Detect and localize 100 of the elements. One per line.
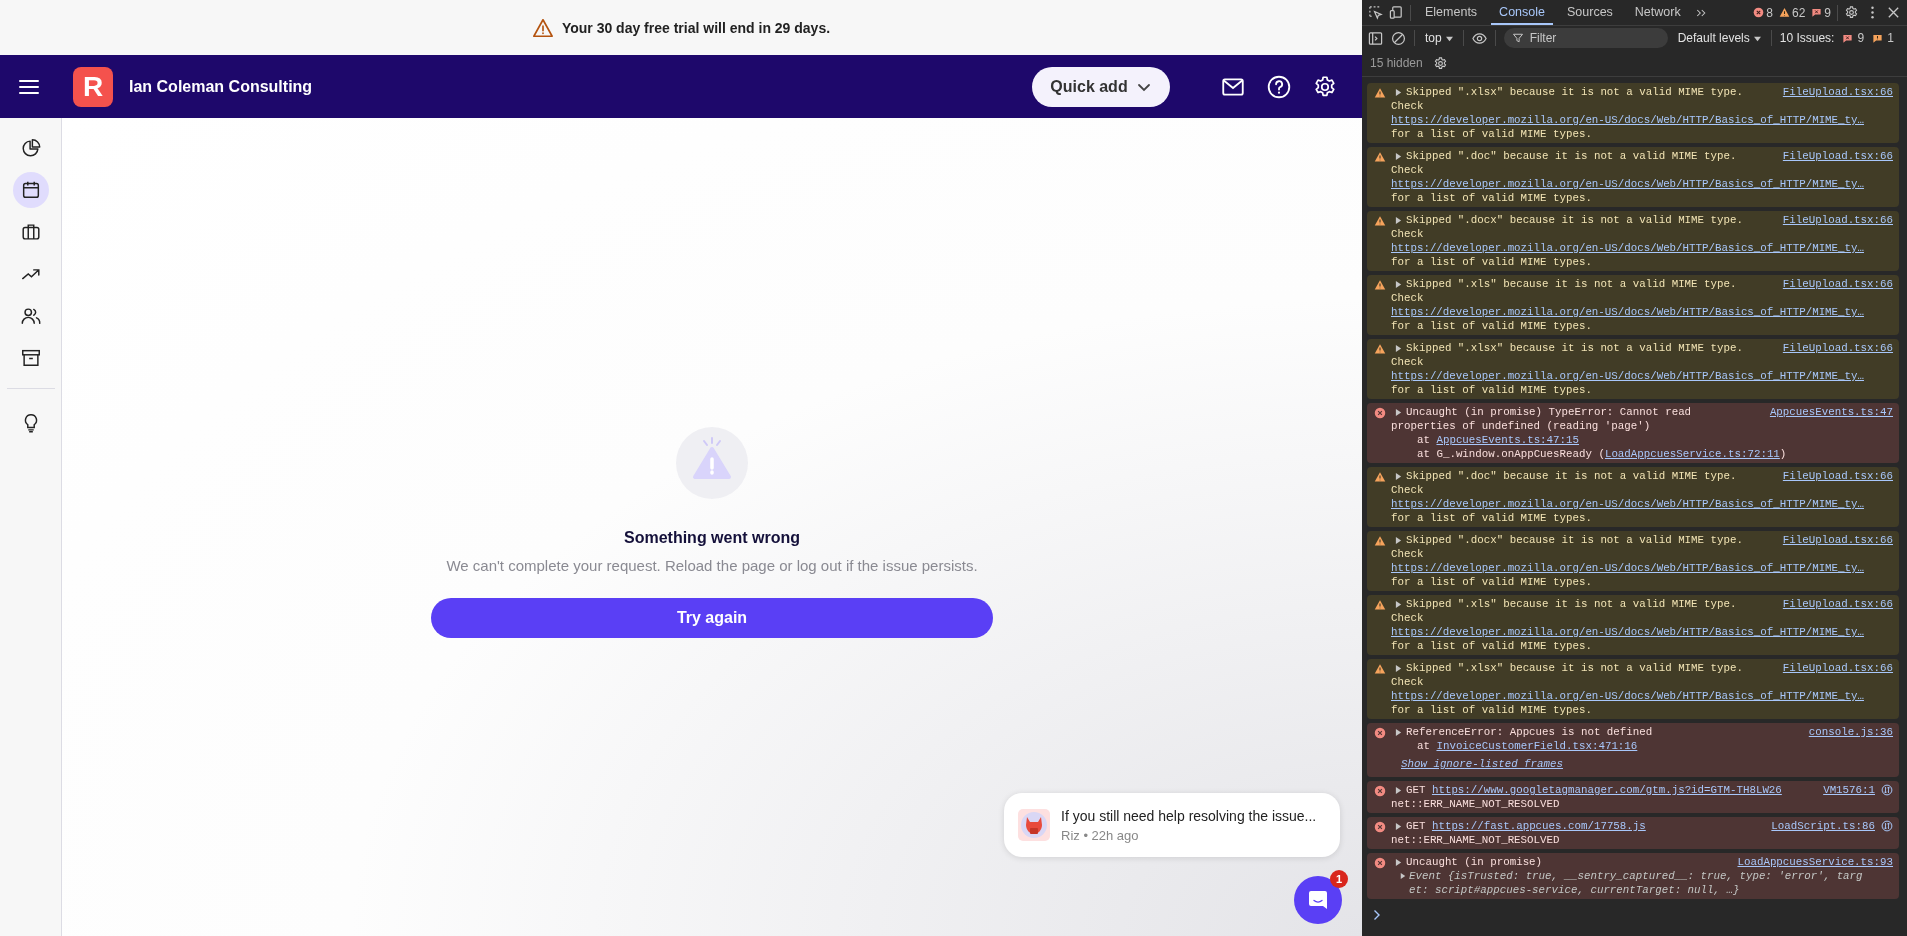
try-again-button[interactable]: Try again [431, 597, 993, 638]
source-link[interactable]: AppcuesEvents.ts:47 [1769, 406, 1893, 418]
app-logo[interactable]: R [73, 66, 113, 107]
devtools-tab[interactable]: Sources [1559, 0, 1621, 25]
stack-link[interactable]: InvoiceCustomerField.tsx:471:16 [1436, 740, 1638, 752]
inspect-icon[interactable] [1368, 5, 1383, 20]
settings-icon[interactable] [1844, 5, 1859, 20]
devtools-tab[interactable]: Network [1626, 0, 1689, 25]
expand-icon[interactable] [1395, 472, 1402, 480]
eye-icon[interactable] [1471, 30, 1487, 46]
issue-count[interactable]: 1 [1887, 31, 1894, 45]
expand-icon[interactable] [1395, 664, 1402, 672]
message-text: for a list of valid MIME types. [1391, 127, 1593, 141]
quick-add-button[interactable]: Quick add [1032, 66, 1170, 107]
warning-icon [531, 16, 554, 39]
source-link[interactable]: FileUpload.tsx:66 [1782, 534, 1893, 546]
error-count[interactable]: 8 [1766, 5, 1773, 20]
source-link[interactable]: FileUpload.tsx:66 [1782, 598, 1893, 610]
warning-icon [1374, 215, 1386, 227]
message-text: Skipped ".doc" because it is not a valid MIME type. [1406, 150, 1737, 162]
source-link[interactable]: LoadAppcuesService.ts:93 [1737, 856, 1893, 868]
url-link[interactable]: https://developer.mozilla.org/en-US/docs/Web/HTTP/Basics_of_HTTP/MIME_ty… [1391, 498, 1864, 510]
issue-count[interactable]: 9 [1857, 31, 1865, 45]
source-link[interactable]: VM1576:1 [1823, 784, 1875, 796]
issue-icon [1872, 32, 1884, 44]
expand-icon[interactable] [1395, 728, 1402, 736]
object-preview: et: script#appcues-service, currentTarget: null, …} [1409, 883, 1740, 897]
url-link[interactable]: https://developer.mozilla.org/en-US/docs/Web/HTTP/Basics_of_HTTP/MIME_ty… [1391, 114, 1864, 126]
source-link[interactable]: FileUpload.tsx:66 [1782, 662, 1893, 674]
devtools-tab[interactable]: Console [1491, 0, 1553, 25]
chat-message: If you still need help resolving the issue... [1061, 807, 1317, 824]
url-link[interactable]: https://developer.mozilla.org/en-US/docs/Web/HTTP/Basics_of_HTTP/MIME_ty… [1391, 562, 1864, 574]
source-link[interactable]: FileUpload.tsx:66 [1782, 342, 1893, 354]
expand-icon[interactable] [1395, 536, 1402, 544]
expand-icon[interactable] [1395, 786, 1402, 794]
source-link[interactable]: LoadScript.ts:86 [1771, 820, 1875, 832]
url-link[interactable]: https://developer.mozilla.org/en-US/docs/Web/HTTP/Basics_of_HTTP/MIME_ty… [1391, 178, 1864, 190]
source-link[interactable]: console.js:36 [1808, 726, 1893, 738]
sidebar-toggle-icon[interactable] [1368, 30, 1383, 46]
device-icon[interactable] [1389, 5, 1404, 20]
close-icon[interactable] [1886, 5, 1901, 20]
sidebar-item[interactable] [12, 172, 49, 208]
stack-link[interactable]: AppcuesEvents.ts:47:15 [1436, 434, 1579, 446]
expand-icon[interactable] [1395, 152, 1402, 160]
source-link[interactable]: FileUpload.tsx:66 [1782, 150, 1893, 162]
context-selector[interactable]: top [1423, 31, 1455, 45]
expand-icon[interactable] [1395, 344, 1402, 352]
message-text: for a list of valid MIME types. [1391, 383, 1593, 397]
source-link[interactable]: FileUpload.tsx:66 [1782, 278, 1893, 290]
expand-icon[interactable] [1395, 88, 1402, 96]
warning-icon [1374, 663, 1386, 675]
expand-icon[interactable] [1395, 600, 1402, 608]
source-link[interactable]: FileUpload.tsx:66 [1782, 214, 1893, 226]
warning-icon [676, 426, 748, 499]
filter-icon [1511, 32, 1524, 44]
issue-icon [1811, 7, 1823, 18]
message-text: for a list of valid MIME types. [1391, 255, 1593, 269]
url-link[interactable]: https://developer.mozilla.org/en-US/docs/Web/HTTP/Basics_of_HTTP/MIME_ty… [1391, 306, 1864, 318]
url-link[interactable]: https://developer.mozilla.org/en-US/docs/Web/HTTP/Basics_of_HTTP/MIME_ty… [1391, 626, 1864, 638]
expand-icon[interactable] [1395, 822, 1402, 830]
warning-icon [1374, 535, 1386, 547]
url-link[interactable]: https://developer.mozilla.org/en-US/docs/Web/HTTP/Basics_of_HTTP/MIME_ty… [1391, 242, 1864, 254]
stack-link[interactable]: LoadAppcuesService.ts:72:11 [1604, 448, 1780, 460]
message-text: for a list of valid MIME types. [1391, 575, 1593, 589]
error-icon [1374, 857, 1386, 869]
url-link[interactable]: https://fast.appcues.com/17758.js [1431, 820, 1646, 832]
expand-icon[interactable] [1395, 216, 1402, 224]
chat-meta: Riz • 22h ago [1061, 827, 1140, 843]
source-link[interactable]: FileUpload.tsx:66 [1782, 86, 1893, 98]
levels-dropdown[interactable]: Default levels [1675, 31, 1763, 45]
help-icon[interactable] [1266, 73, 1292, 100]
issues-label[interactable]: 10 Issues: [1779, 31, 1835, 45]
stack-text: ) [1779, 448, 1787, 460]
network-icon[interactable] [1881, 784, 1893, 796]
object-preview: Event {isTrusted: true, __sentry_captured__: true, type: 'error', targ [1409, 869, 1863, 883]
expand-icon[interactable] [1395, 280, 1402, 288]
url-link[interactable]: https://developer.mozilla.org/en-US/docs/Web/HTTP/Basics_of_HTTP/MIME_ty… [1391, 370, 1864, 382]
caret-icon [1445, 34, 1453, 42]
chat-button[interactable] [1294, 876, 1342, 924]
network-icon[interactable] [1881, 820, 1893, 832]
expand-icon[interactable] [1400, 873, 1406, 879]
devtools-tab[interactable]: Elements [1417, 0, 1486, 25]
source-link[interactable]: FileUpload.tsx:66 [1782, 470, 1893, 482]
message-text: Uncaught (in promise) TypeError: Cannot read [1406, 406, 1692, 418]
prompt-icon[interactable] [1373, 909, 1381, 921]
message-text: net::ERR_NAME_NOT_RESOLVED [1391, 833, 1561, 847]
filter-field[interactable]: Filter [1503, 28, 1668, 48]
issue-count[interactable]: 9 [1824, 5, 1831, 20]
expand-icon[interactable] [1395, 408, 1402, 416]
show-frames-link[interactable]: Show ignore-listed frames [1401, 758, 1563, 770]
stack-text: at G_.window.onAppCuesReady ( [1417, 448, 1605, 460]
message-text: Skipped ".xls" because it is not a valid MIME type. [1406, 278, 1737, 290]
url-link[interactable]: https://developer.mozilla.org/en-US/docs/Web/HTTP/Basics_of_HTTP/MIME_ty… [1391, 690, 1864, 702]
stack-text: at [1417, 740, 1431, 752]
settings-icon[interactable] [1432, 55, 1448, 71]
url-link[interactable]: https://www.googletagmanager.com/gtm.js?id=GTM-TH8LW26 [1431, 784, 1782, 796]
warning-count[interactable]: 62 [1791, 5, 1806, 20]
clear-icon[interactable] [1391, 30, 1406, 46]
chat-notification[interactable]: If you still need help resolving the issue... Riz • 22h ago [1004, 793, 1340, 857]
message-text: for a list of valid MIME types. [1391, 703, 1593, 717]
